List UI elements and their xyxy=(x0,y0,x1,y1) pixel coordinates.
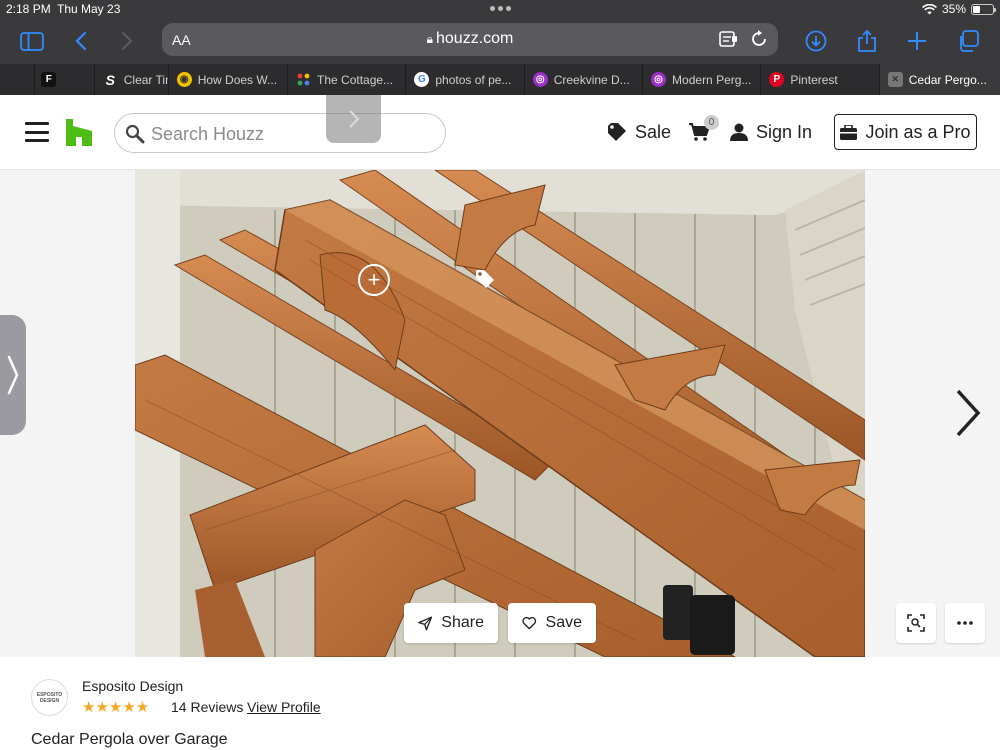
share-icon[interactable] xyxy=(850,24,884,58)
battery-icon xyxy=(971,3,996,15)
tab-active[interactable]: ✕ Cedar Pergo... xyxy=(878,64,1000,95)
sign-in-label: Sign In xyxy=(756,121,813,142)
site-header: Sale 0 Sign In Join as a Pro xyxy=(0,95,1000,170)
briefcase-icon xyxy=(840,124,858,140)
tab-7[interactable]: ◎ Modern Perg... xyxy=(642,64,760,95)
more-options-button[interactable] xyxy=(945,603,985,643)
tab-2[interactable]: S Clear Tin xyxy=(93,64,168,95)
search-box[interactable] xyxy=(114,113,446,153)
address-bar[interactable]: AA 🔒︎ houzz.com xyxy=(162,23,778,56)
tag-icon xyxy=(608,123,626,141)
sign-in-link[interactable]: Sign In xyxy=(730,117,812,147)
sidebar-pull-handle[interactable] xyxy=(0,315,26,435)
sidebar-toggle-icon[interactable] xyxy=(15,24,49,58)
google-icon: G xyxy=(414,72,430,87)
lock-icon: 🔒︎ xyxy=(426,32,433,46)
visual-search-button[interactable] xyxy=(896,603,936,643)
url-text: houzz.com xyxy=(436,30,514,47)
target-icon: ◎ xyxy=(532,72,548,87)
tab-8[interactable]: P Pinterest xyxy=(760,64,878,95)
heart-icon xyxy=(522,616,537,630)
share-label: Share xyxy=(441,614,484,631)
tab-label: Modern Perg... xyxy=(672,72,752,87)
tab-4[interactable]: The Cottage... xyxy=(287,64,405,95)
rating-stars-icon: ★★★★★ xyxy=(82,699,150,716)
user-icon xyxy=(730,123,748,141)
tab-label: Pinterest xyxy=(790,72,838,87)
favicon-s-icon: S xyxy=(105,71,115,88)
tab-6[interactable]: ◎ Creekvine D... xyxy=(523,64,642,95)
join-label: Join as a Pro xyxy=(865,121,971,142)
tab-label: photos of pe... xyxy=(435,72,512,87)
status-date: Thu May 23 xyxy=(57,2,121,16)
sale-link[interactable]: Sale xyxy=(607,117,671,147)
globe-icon: ◉ xyxy=(176,72,192,87)
tab-label: Creekvine D... xyxy=(553,72,630,87)
share-button[interactable]: Share xyxy=(404,603,498,643)
target-icon: ◎ xyxy=(651,72,667,87)
reader-icon[interactable] xyxy=(718,29,738,49)
tab-label: The Cottage... xyxy=(317,72,394,87)
pinterest-icon: P xyxy=(769,72,785,87)
save-button[interactable]: Save xyxy=(508,603,596,643)
review-count[interactable]: 14 Reviews xyxy=(171,699,243,715)
battery-percent: 35% xyxy=(941,2,966,16)
cart-button[interactable]: 0 xyxy=(688,115,719,147)
close-tab-icon[interactable]: ✕ xyxy=(887,72,903,87)
multitask-dots-icon[interactable] xyxy=(490,6,511,11)
browser-toolbar: AA 🔒︎ houzz.com xyxy=(0,18,1000,64)
reload-icon[interactable] xyxy=(749,29,769,49)
tabs-overview-icon[interactable] xyxy=(951,24,985,58)
tab-bar: F S Clear Tin ◉ How Does W... The Cottag… xyxy=(0,64,1000,95)
status-time: 2:18 PM xyxy=(6,2,51,16)
next-photo-button[interactable] xyxy=(950,385,986,441)
tab-5[interactable]: G photos of pe... xyxy=(405,64,523,95)
houzz-logo-icon[interactable] xyxy=(66,119,92,146)
chevron-right-icon xyxy=(7,355,19,395)
product-hotspot-plus-icon[interactable]: + xyxy=(358,264,390,296)
overlay-next-button[interactable] xyxy=(326,95,381,143)
save-label: Save xyxy=(545,614,582,631)
photo-viewer: + Share Save xyxy=(0,170,1000,657)
photo-title: Cedar Pergola over Garage xyxy=(31,731,228,748)
tab-0[interactable] xyxy=(0,64,34,95)
tab-label: Clear Tin xyxy=(123,72,168,87)
photo-info: ESPOSITO DESIGN Esposito Design ★★★★★ 14… xyxy=(0,657,1000,750)
tab-3[interactable]: ◉ How Does W... xyxy=(167,64,287,95)
cart-count-badge: 0 xyxy=(704,115,719,130)
downloads-icon[interactable] xyxy=(799,24,833,58)
join-as-pro-button[interactable]: Join as a Pro xyxy=(834,114,977,150)
pergola-photo-image xyxy=(135,170,865,657)
product-tag-icon[interactable] xyxy=(474,268,496,290)
back-icon[interactable] xyxy=(64,24,98,58)
menu-icon[interactable] xyxy=(25,122,49,142)
pro-name[interactable]: Esposito Design xyxy=(82,678,183,694)
scan-search-icon xyxy=(907,614,925,632)
grid-icon xyxy=(296,72,311,87)
new-tab-icon[interactable] xyxy=(900,24,934,58)
forward-icon[interactable] xyxy=(110,24,144,58)
chevron-right-icon xyxy=(956,389,981,437)
project-photo[interactable]: + xyxy=(135,170,865,657)
ellipsis-icon xyxy=(957,621,973,625)
tab-1[interactable]: F xyxy=(34,64,93,95)
pro-avatar[interactable]: ESPOSITO DESIGN xyxy=(31,679,68,716)
search-icon xyxy=(125,124,145,144)
tab-label: How Does W... xyxy=(197,72,278,87)
tab-label: Cedar Pergo... xyxy=(908,72,987,87)
search-input[interactable] xyxy=(151,122,431,146)
sale-label: Sale xyxy=(635,121,672,142)
paper-plane-icon xyxy=(418,616,433,630)
view-profile-link[interactable]: View Profile xyxy=(247,699,321,715)
status-bar: 2:18 PM Thu May 23 35% xyxy=(0,0,1000,18)
wifi-icon xyxy=(922,3,937,14)
favicon-f-icon: F xyxy=(41,72,57,87)
